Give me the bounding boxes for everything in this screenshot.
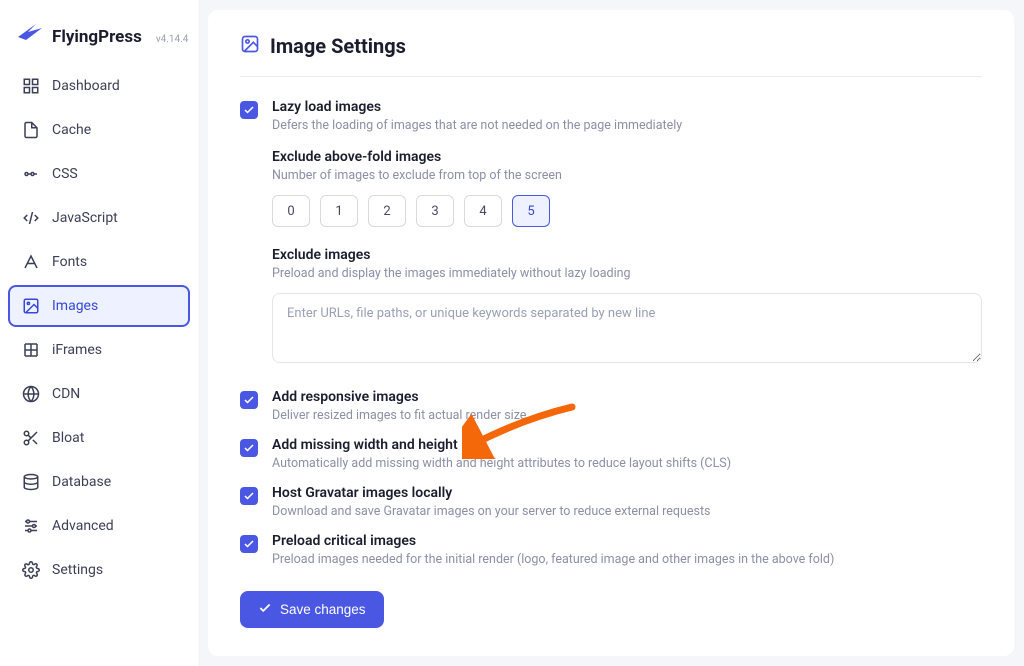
sidebar-item-advanced[interactable]: Advanced	[8, 505, 190, 547]
exclude-images-hint: Preload and display the images immediate…	[272, 266, 982, 281]
number-option-1[interactable]: 1	[320, 195, 358, 227]
sidebar-item-bloat[interactable]: Bloat	[8, 417, 190, 459]
sidebar-item-css[interactable]: CSS	[8, 153, 190, 195]
brand-logo-icon	[16, 22, 44, 42]
sidebar-item-dashboard[interactable]: Dashboard	[8, 65, 190, 107]
setting-lazy-load: Lazy load images Defers the loading of i…	[240, 77, 982, 133]
setting-desc: Automatically add missing width and heig…	[272, 456, 982, 471]
file-icon	[22, 121, 40, 139]
setting-title: Host Gravatar images locally	[272, 485, 982, 501]
setting-desc: Defers the loading of images that are no…	[272, 118, 982, 133]
nav-list: Dashboard Cache CSS JavaScript Fonts Images iF…	[8, 65, 190, 591]
sidebar-item-label: Dashboard	[52, 78, 120, 94]
checkbox-responsive[interactable]	[240, 391, 258, 409]
brand-name: FlyingPress	[52, 27, 142, 47]
checkbox-missing-wh[interactable]	[240, 439, 258, 457]
js-icon	[22, 209, 40, 227]
exclude-above-fold-block: Exclude above-fold images Number of imag…	[272, 149, 982, 227]
checkbox-gravatar[interactable]	[240, 487, 258, 505]
sidebar: FlyingPress v4.14.4 Dashboard Cache CSS Jav…	[0, 0, 198, 666]
css-icon	[22, 165, 40, 183]
main: Image Settings Lazy load images Defers t…	[198, 0, 1024, 666]
number-option-5[interactable]: 5	[512, 195, 550, 227]
settings-panel: Image Settings Lazy load images Defers t…	[208, 10, 1014, 656]
setting-desc: Download and save Gravatar images on you…	[272, 504, 982, 519]
setting-title: Preload critical images	[272, 533, 982, 549]
save-button-label: Save changes	[280, 602, 366, 617]
sidebar-item-label: Advanced	[52, 518, 114, 534]
sidebar-item-settings[interactable]: Settings	[8, 549, 190, 591]
checkbox-preload[interactable]	[240, 535, 258, 553]
grid-icon	[22, 77, 40, 95]
sidebar-item-label: Images	[52, 298, 98, 314]
sidebar-item-label: CSS	[52, 166, 78, 182]
exclude-images-textarea[interactable]	[272, 293, 982, 363]
page-header: Image Settings	[240, 34, 982, 77]
number-option-3[interactable]: 3	[416, 195, 454, 227]
sidebar-item-label: JavaScript	[52, 210, 118, 226]
sidebar-item-cdn[interactable]: CDN	[8, 373, 190, 415]
sidebar-item-label: iFrames	[52, 342, 102, 358]
setting-desc: Preload images needed for the initial re…	[272, 552, 982, 567]
check-icon	[258, 601, 272, 618]
sidebar-item-iframes[interactable]: iFrames	[8, 329, 190, 371]
setting-responsive: Add responsive images Deliver resized im…	[240, 367, 982, 423]
sidebar-item-cache[interactable]: Cache	[8, 109, 190, 151]
iframe-icon	[22, 341, 40, 359]
brand-version: v4.14.4	[156, 34, 189, 45]
sidebar-item-label: Bloat	[52, 430, 84, 446]
setting-title: Add missing width and height	[272, 437, 982, 453]
sidebar-item-fonts[interactable]: Fonts	[8, 241, 190, 283]
sidebar-item-javascript[interactable]: JavaScript	[8, 197, 190, 239]
setting-gravatar: Host Gravatar images locally Download an…	[240, 471, 982, 519]
exclude-above-fold-hint: Number of images to exclude from top of …	[272, 168, 982, 183]
sidebar-item-label: Settings	[52, 562, 103, 578]
page-title: Image Settings	[270, 34, 406, 58]
exclude-images-block: Exclude images Preload and display the i…	[272, 247, 982, 367]
sidebar-item-label: Database	[52, 474, 111, 490]
sidebar-item-label: Cache	[52, 122, 91, 138]
checkbox-lazy-load[interactable]	[240, 101, 258, 119]
number-option-4[interactable]: 4	[464, 195, 502, 227]
setting-title: Lazy load images	[272, 99, 982, 115]
setting-missing-wh: Add missing width and height Automatical…	[240, 423, 982, 471]
save-button[interactable]: Save changes	[240, 591, 384, 628]
font-icon	[22, 253, 40, 271]
setting-title: Add responsive images	[272, 389, 982, 405]
scissors-icon	[22, 429, 40, 447]
number-option-0[interactable]: 0	[272, 195, 310, 227]
globe-icon	[22, 385, 40, 403]
image-icon	[22, 297, 40, 315]
exclude-above-fold-label: Exclude above-fold images	[272, 149, 982, 165]
sliders-icon	[22, 517, 40, 535]
gear-icon	[22, 561, 40, 579]
number-option-2[interactable]: 2	[368, 195, 406, 227]
sidebar-item-label: CDN	[52, 386, 80, 402]
number-selector-row: 012345	[272, 195, 982, 227]
database-icon	[22, 473, 40, 491]
sidebar-item-database[interactable]: Database	[8, 461, 190, 503]
sidebar-item-images[interactable]: Images	[8, 285, 190, 327]
image-icon	[240, 34, 260, 58]
sidebar-item-label: Fonts	[52, 254, 87, 270]
brand: FlyingPress v4.14.4	[8, 18, 190, 65]
exclude-images-label: Exclude images	[272, 247, 982, 263]
setting-preload: Preload critical images Preload images n…	[240, 519, 982, 567]
setting-desc: Deliver resized images to fit actual ren…	[272, 408, 982, 423]
